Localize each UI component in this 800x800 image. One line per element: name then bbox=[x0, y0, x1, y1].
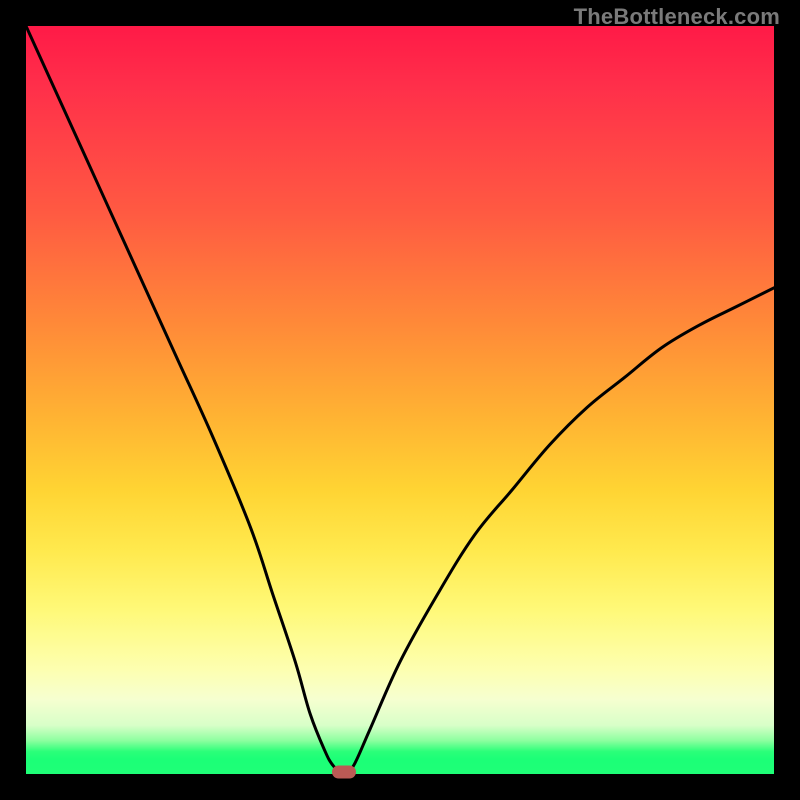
watermark-text: TheBottleneck.com bbox=[574, 4, 780, 30]
chart-frame: TheBottleneck.com bbox=[0, 0, 800, 800]
optimum-marker bbox=[332, 766, 356, 779]
chart-plot-area bbox=[26, 26, 774, 774]
